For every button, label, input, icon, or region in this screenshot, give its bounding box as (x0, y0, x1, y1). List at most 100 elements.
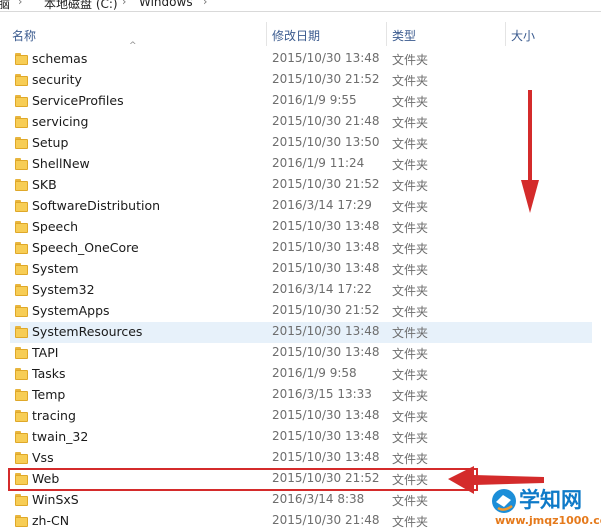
address-breadcrumb: 脑 › 本地磁盘 (C:) › Windows › (0, 0, 601, 12)
folder-icon (15, 284, 28, 296)
folder-icon (15, 452, 28, 464)
file-type: 文件夹 (392, 368, 429, 382)
column-header-date[interactable]: 修改日期 (272, 27, 320, 44)
file-type: 文件夹 (392, 200, 429, 214)
breadcrumb-chevron-icon[interactable]: › (18, 0, 22, 8)
file-name: Tasks (32, 366, 66, 381)
breadcrumb-item-windows[interactable]: Windows (139, 0, 193, 9)
column-header-bar: 名称 ^ 修改日期 类型 大小 (0, 22, 601, 51)
file-name: System (32, 261, 79, 276)
file-type: 文件夹 (392, 494, 429, 508)
file-name: Speech (32, 219, 79, 234)
breadcrumb-item-computer[interactable]: 脑 (0, 0, 10, 11)
file-name: Temp (32, 387, 66, 402)
file-name: SystemResources (32, 324, 143, 339)
file-modified-date: 2016/1/9 11:24 (272, 156, 365, 170)
folder-icon (15, 158, 28, 170)
folder-icon (15, 242, 28, 254)
file-row[interactable]: schemas 2015/10/30 13:48 文件夹 (0, 49, 601, 70)
file-name: tracing (32, 408, 76, 423)
file-modified-date: 2015/10/30 13:48 (272, 429, 380, 443)
file-modified-date: 2016/3/14 17:29 (272, 198, 372, 212)
file-row[interactable]: System32 2016/3/14 17:22 文件夹 (0, 280, 601, 301)
file-name: SKB (32, 177, 57, 192)
file-type: 文件夹 (392, 347, 429, 361)
file-row[interactable]: Setup 2015/10/30 13:50 文件夹 (0, 133, 601, 154)
column-divider[interactable] (386, 22, 387, 46)
folder-icon (15, 515, 28, 527)
file-row[interactable]: SystemResources 2015/10/30 13:48 文件夹 (10, 322, 592, 343)
folder-icon (15, 200, 28, 212)
web-row-highlight-box (8, 468, 478, 491)
file-name: schemas (32, 51, 88, 66)
breadcrumb-chevron-icon[interactable]: › (203, 0, 207, 8)
file-row[interactable]: servicing 2015/10/30 21:48 文件夹 (0, 112, 601, 133)
column-divider[interactable] (505, 22, 506, 46)
folder-icon (15, 305, 28, 317)
file-type: 文件夹 (392, 515, 429, 529)
file-modified-date: 2015/10/30 21:48 (272, 114, 380, 128)
file-row[interactable]: twain_32 2015/10/30 13:48 文件夹 (0, 427, 601, 448)
file-modified-date: 2016/3/14 17:22 (272, 282, 372, 296)
file-type: 文件夹 (392, 410, 429, 424)
file-name: SoftwareDistribution (32, 198, 161, 213)
file-type: 文件夹 (392, 431, 429, 445)
file-type: 文件夹 (392, 221, 429, 235)
file-name: twain_32 (32, 429, 89, 444)
file-row[interactable]: SoftwareDistribution 2016/3/14 17:29 文件夹 (0, 196, 601, 217)
folder-icon (15, 137, 28, 149)
file-row[interactable]: Temp 2016/3/15 13:33 文件夹 (0, 385, 601, 406)
watermark-logo-icon (492, 489, 516, 513)
file-modified-date: 2015/10/30 21:48 (272, 513, 380, 527)
column-header-type[interactable]: 类型 (392, 27, 416, 44)
column-header-size[interactable]: 大小 (511, 27, 535, 44)
site-watermark: 学知网 www.jmqz1000.com (489, 484, 601, 532)
file-row[interactable]: ServiceProfiles 2016/1/9 9:55 文件夹 (0, 91, 601, 112)
file-name: ServiceProfiles (32, 93, 124, 108)
file-row[interactable]: security 2015/10/30 21:52 文件夹 (0, 70, 601, 91)
file-row[interactable]: SystemApps 2015/10/30 21:52 文件夹 (0, 301, 601, 322)
folder-icon (15, 431, 28, 443)
watermark-title: 学知网 (519, 488, 582, 512)
column-header-name[interactable]: 名称 (12, 27, 36, 44)
file-modified-date: 2016/3/15 13:33 (272, 387, 372, 401)
file-name: Speech_OneCore (32, 240, 139, 255)
watermark-url: www.jmqz1000.com (495, 514, 601, 527)
file-row[interactable]: TAPI 2015/10/30 13:48 文件夹 (0, 343, 601, 364)
file-type: 文件夹 (392, 452, 429, 466)
file-name: Vss (32, 450, 54, 465)
folder-icon (15, 95, 28, 107)
file-modified-date: 2015/10/30 13:48 (272, 408, 380, 422)
file-row[interactable]: Tasks 2016/1/9 9:58 文件夹 (0, 364, 601, 385)
file-modified-date: 2015/10/30 21:52 (272, 72, 380, 86)
file-type: 文件夹 (392, 179, 429, 193)
file-row[interactable]: Speech 2015/10/30 13:48 文件夹 (0, 217, 601, 238)
file-row[interactable]: Speech_OneCore 2015/10/30 13:48 文件夹 (0, 238, 601, 259)
file-name: ShellNew (32, 156, 90, 171)
file-type: 文件夹 (392, 284, 429, 298)
file-modified-date: 2015/10/30 13:48 (272, 450, 380, 464)
column-divider[interactable] (266, 22, 267, 46)
file-modified-date: 2015/10/30 21:52 (272, 303, 380, 317)
file-name: servicing (32, 114, 89, 129)
folder-icon (15, 326, 28, 338)
file-row[interactable]: SKB 2015/10/30 21:52 文件夹 (0, 175, 601, 196)
breadcrumb-item-drive-c[interactable]: 本地磁盘 (C:) (44, 0, 118, 11)
file-name: WinSxS (32, 492, 79, 507)
folder-icon (15, 263, 28, 275)
file-modified-date: 2015/10/30 13:48 (272, 261, 380, 275)
file-row[interactable]: ShellNew 2016/1/9 11:24 文件夹 (0, 154, 601, 175)
folder-icon (15, 221, 28, 233)
file-row[interactable]: tracing 2015/10/30 13:48 文件夹 (0, 406, 601, 427)
file-row[interactable]: System 2015/10/30 13:48 文件夹 (0, 259, 601, 280)
breadcrumb-chevron-icon[interactable]: › (122, 0, 126, 8)
file-name: SystemApps (32, 303, 110, 318)
file-type: 文件夹 (392, 53, 429, 67)
file-modified-date: 2016/1/9 9:55 (272, 93, 357, 107)
file-modified-date: 2015/10/30 13:48 (272, 51, 380, 65)
file-type: 文件夹 (392, 158, 429, 172)
folder-icon (15, 389, 28, 401)
folder-icon (15, 116, 28, 128)
file-type: 文件夹 (392, 137, 429, 151)
file-name: System32 (32, 282, 95, 297)
